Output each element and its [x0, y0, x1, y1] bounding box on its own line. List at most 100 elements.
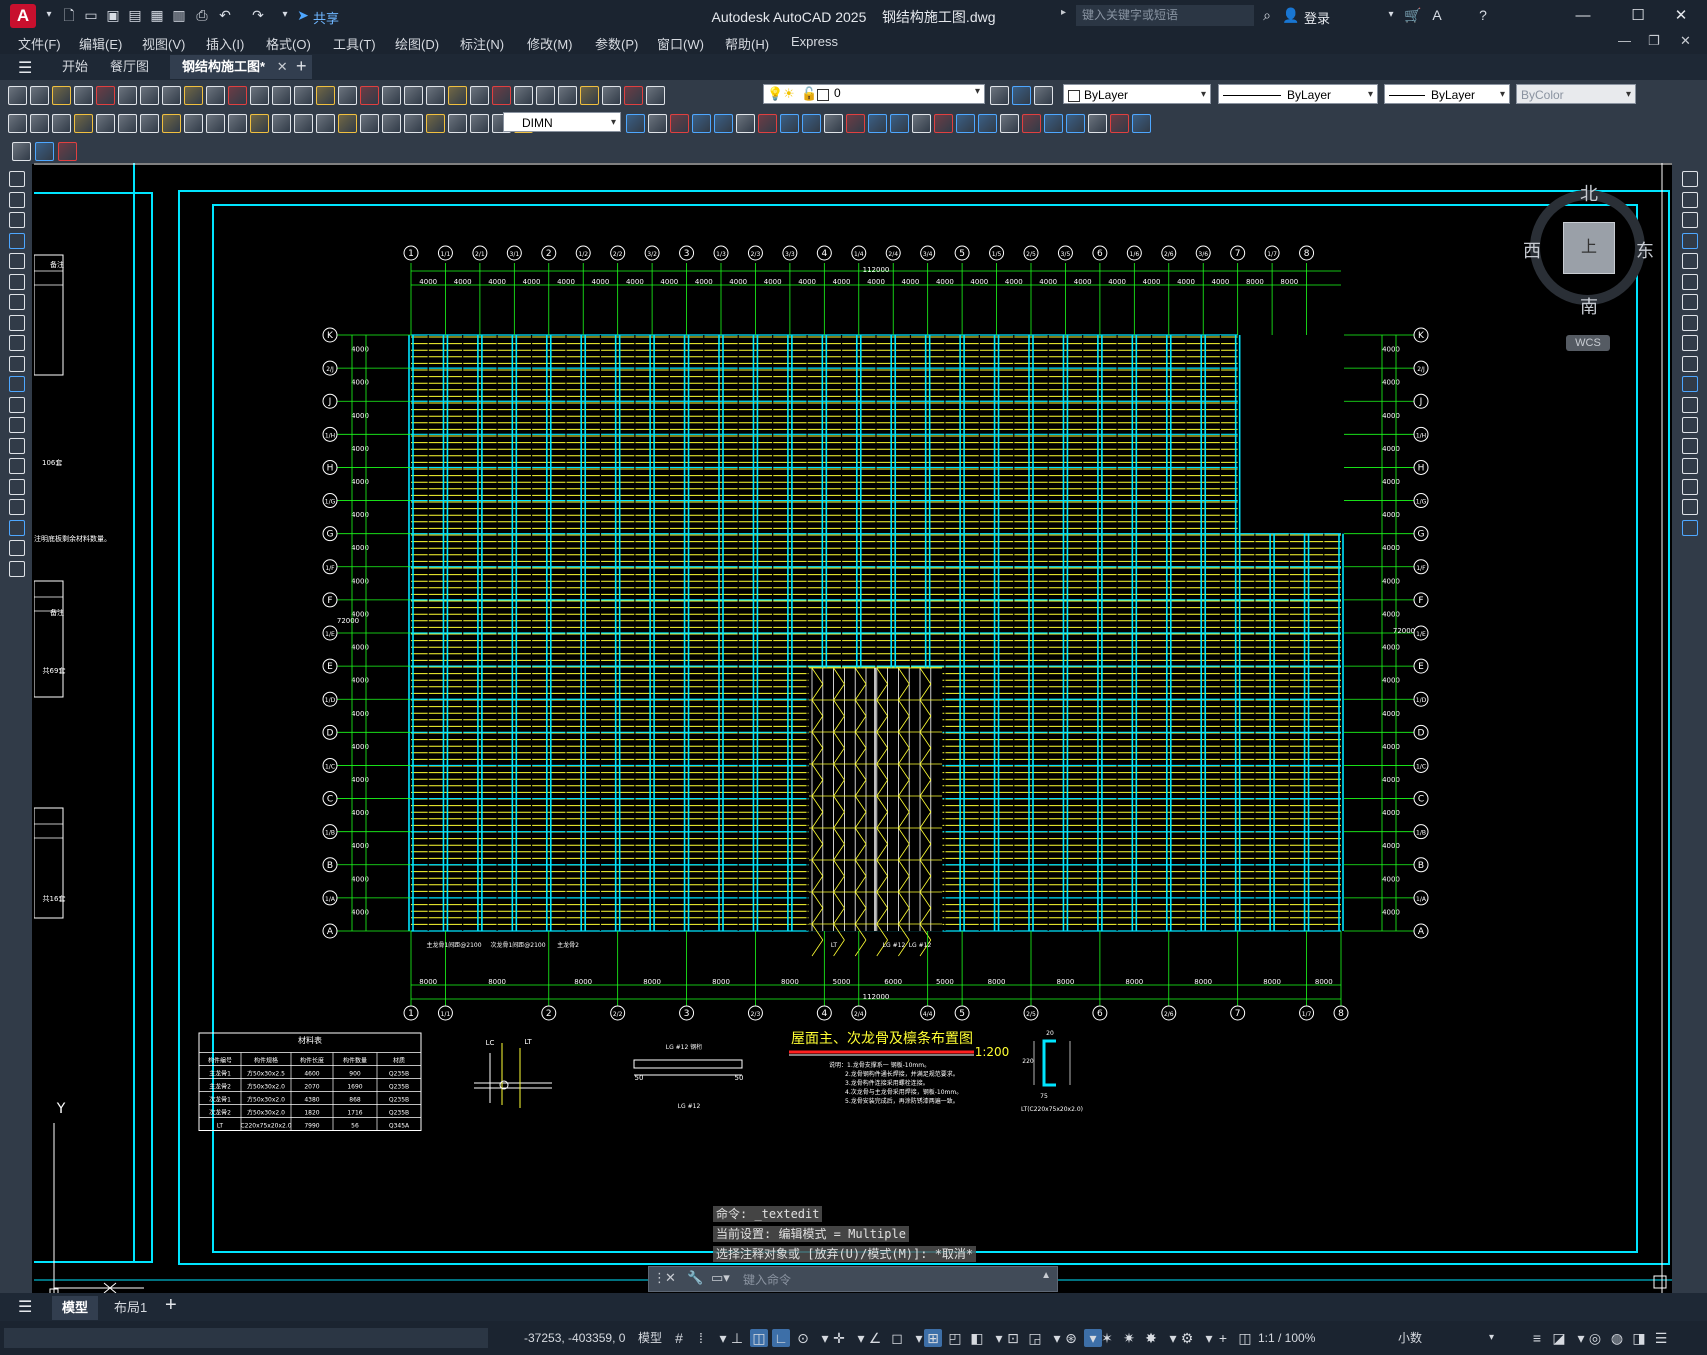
customize-chevron-icon[interactable]: ▾: [276, 6, 294, 24]
left-palette-tool-6-icon[interactable]: [9, 294, 25, 310]
right-palette-tool-10-icon[interactable]: [1682, 376, 1698, 392]
tool-tb-row2-17-icon[interactable]: [382, 113, 401, 133]
tool-tb-row2-8-icon[interactable]: [184, 113, 203, 133]
tool-tb-row2-5-icon[interactable]: [118, 113, 137, 133]
command-input[interactable]: 键入命令: [743, 1271, 791, 1288]
tool-tb-row2-3-icon[interactable]: [74, 113, 93, 133]
share-icon[interactable]: ➤: [294, 6, 312, 24]
right-palette-tool-2-icon[interactable]: [1682, 212, 1698, 228]
status-toggle-6-icon[interactable]: ⊙: [794, 1329, 812, 1347]
tool-tb-row2-0-icon[interactable]: [8, 113, 27, 133]
right-palette-tool-14-icon[interactable]: [1682, 458, 1698, 474]
minimize-button[interactable]: —: [1560, 4, 1606, 28]
left-palette-tool-4-icon[interactable]: [9, 253, 25, 269]
doc-minimize-button[interactable]: —: [1618, 33, 1631, 48]
tool-tb-row1-18-icon[interactable]: [404, 85, 423, 105]
tool-tb-row1-9-icon[interactable]: [206, 85, 225, 105]
redo-icon[interactable]: ↷: [249, 6, 267, 24]
left-palette-tool-7-icon[interactable]: [9, 314, 25, 331]
login-button[interactable]: 登录: [1304, 8, 1330, 27]
viewcube-west[interactable]: 西: [1523, 237, 1541, 263]
tool-tb-row3-1-icon[interactable]: [35, 141, 54, 161]
color-dropdown[interactable]: ByLayer ▾: [1063, 84, 1211, 104]
status-toggle-29-icon[interactable]: ◫: [1236, 1329, 1254, 1347]
autodesk-app-icon[interactable]: A: [1428, 6, 1446, 24]
left-palette-tool-19-icon[interactable]: [9, 560, 25, 577]
tool-tb-row1-26-icon[interactable]: [580, 85, 599, 105]
menu-format[interactable]: 格式(O): [266, 34, 311, 53]
right-palette-tool-8-icon[interactable]: [1682, 335, 1698, 351]
tool-tb-row3-2-icon[interactable]: [58, 141, 77, 161]
tab-layout1[interactable]: 布局1: [104, 1296, 157, 1320]
status-toggle-24-icon[interactable]: ✸: [1142, 1329, 1160, 1347]
tool-tb-row1-13-icon[interactable]: [294, 85, 313, 105]
tool-tb-row2b-20-icon[interactable]: [1066, 113, 1085, 133]
tool-tb-row1-10-icon[interactable]: [228, 85, 247, 105]
expand-history-icon[interactable]: ▲: [1041, 1270, 1051, 1281]
menu-dimension[interactable]: 标注(N): [460, 34, 504, 53]
status-toggle-31-icon[interactable]: ≡: [1528, 1329, 1546, 1347]
viewcube-south[interactable]: 南: [1580, 293, 1598, 319]
right-palette-tool-3-icon[interactable]: [1682, 232, 1698, 249]
menu-express[interactable]: Express: [791, 34, 838, 49]
help-icon[interactable]: ?: [1474, 6, 1492, 24]
tool-tb-row2b-21-icon[interactable]: [1088, 113, 1107, 133]
menu-window[interactable]: 窗口(W): [657, 34, 704, 53]
tool-tb-row1-6-icon[interactable]: [140, 85, 159, 105]
menu-parameters[interactable]: 参数(P): [595, 34, 638, 53]
save-to-web-icon[interactable]: ▥: [170, 6, 188, 24]
tool-tb-row1-16-icon[interactable]: [360, 85, 379, 105]
status-toggle-26-icon[interactable]: ⚙: [1178, 1329, 1196, 1347]
app-menu-chevron-icon[interactable]: ▾: [40, 6, 58, 24]
lineweight-dropdown[interactable]: ByLayer ▾: [1384, 84, 1510, 104]
status-toggle-15-icon[interactable]: ◧: [968, 1329, 986, 1347]
right-palette-tool-4-icon[interactable]: [1682, 253, 1698, 269]
menu-draw[interactable]: 绘图(D): [395, 34, 439, 53]
tool-tb-row1b-0-icon[interactable]: [990, 85, 1009, 105]
tool-tb-row2-4-icon[interactable]: [96, 113, 115, 133]
share-label[interactable]: 共享: [313, 8, 339, 27]
status-toggle-20-icon[interactable]: ⊛: [1062, 1329, 1080, 1347]
tool-tb-row1-22-icon[interactable]: [492, 85, 511, 105]
tool-tb-row1-5-icon[interactable]: [118, 85, 137, 105]
tool-tb-row2-20-icon[interactable]: [448, 113, 467, 133]
status-toggle-14-icon[interactable]: ◰: [946, 1329, 964, 1347]
recent-commands-icon[interactable]: ▭▾: [711, 1270, 730, 1286]
new-icon[interactable]: 🗋: [60, 6, 78, 24]
tool-tb-row2b-6-icon[interactable]: [758, 113, 777, 133]
left-palette-tool-13-icon[interactable]: [9, 437, 25, 454]
tool-tb-row2b-7-icon[interactable]: [780, 113, 799, 133]
left-palette-tool-17-icon[interactable]: [9, 519, 25, 536]
save-as-icon[interactable]: ▤: [126, 6, 144, 24]
left-palette-tool-11-icon[interactable]: [9, 396, 25, 413]
model-space-toggle[interactable]: 模型: [638, 1328, 662, 1348]
tool-tb-row1-27-icon[interactable]: [602, 85, 621, 105]
plot-icon[interactable]: ⎙: [193, 6, 211, 24]
dimstyle-dropdown[interactable]: DIMN ▾: [503, 112, 621, 132]
status-toggle-5-icon[interactable]: ∟: [772, 1329, 790, 1347]
tool-tb-row2-15-icon[interactable]: [338, 113, 357, 133]
tool-tb-row2-7-icon[interactable]: [162, 113, 181, 133]
layer-dropdown[interactable]: 💡 ☀ 🔓 0 ▾: [763, 84, 985, 104]
doc-close-button[interactable]: ✕: [1680, 33, 1691, 49]
tool-tb-row2-19-icon[interactable]: [426, 113, 445, 133]
status-toggle-13-icon[interactable]: ⊞: [924, 1329, 942, 1347]
tool-tb-row3-0-icon[interactable]: [12, 141, 31, 161]
close-button[interactable]: ✕: [1658, 4, 1704, 28]
tool-tb-row2b-19-icon[interactable]: [1044, 113, 1063, 133]
status-toggle-23-icon[interactable]: ✷: [1120, 1329, 1138, 1347]
tool-tb-row1-11-icon[interactable]: [250, 85, 269, 105]
annotation-scale[interactable]: 1:1 / 100%: [1258, 1328, 1315, 1348]
tool-tb-row1-19-icon[interactable]: [426, 85, 445, 105]
menu-help[interactable]: 帮助(H): [725, 34, 769, 53]
open-icon[interactable]: ▭: [82, 6, 100, 24]
tab-model[interactable]: 模型: [52, 1296, 99, 1320]
undo-icon[interactable]: ↶: [216, 6, 234, 24]
left-palette-tool-1-icon[interactable]: [9, 191, 25, 208]
status-toggle-37-icon[interactable]: ☰: [1652, 1329, 1670, 1347]
viewcube-top-face[interactable]: 上: [1563, 222, 1615, 274]
tool-tb-row1-21-icon[interactable]: [470, 85, 489, 105]
hamburger-menu-icon[interactable]: ☰: [18, 58, 32, 78]
tool-tb-row2-10-icon[interactable]: [228, 113, 247, 133]
status-toggle-30-icon[interactable]: [1506, 1329, 1524, 1347]
